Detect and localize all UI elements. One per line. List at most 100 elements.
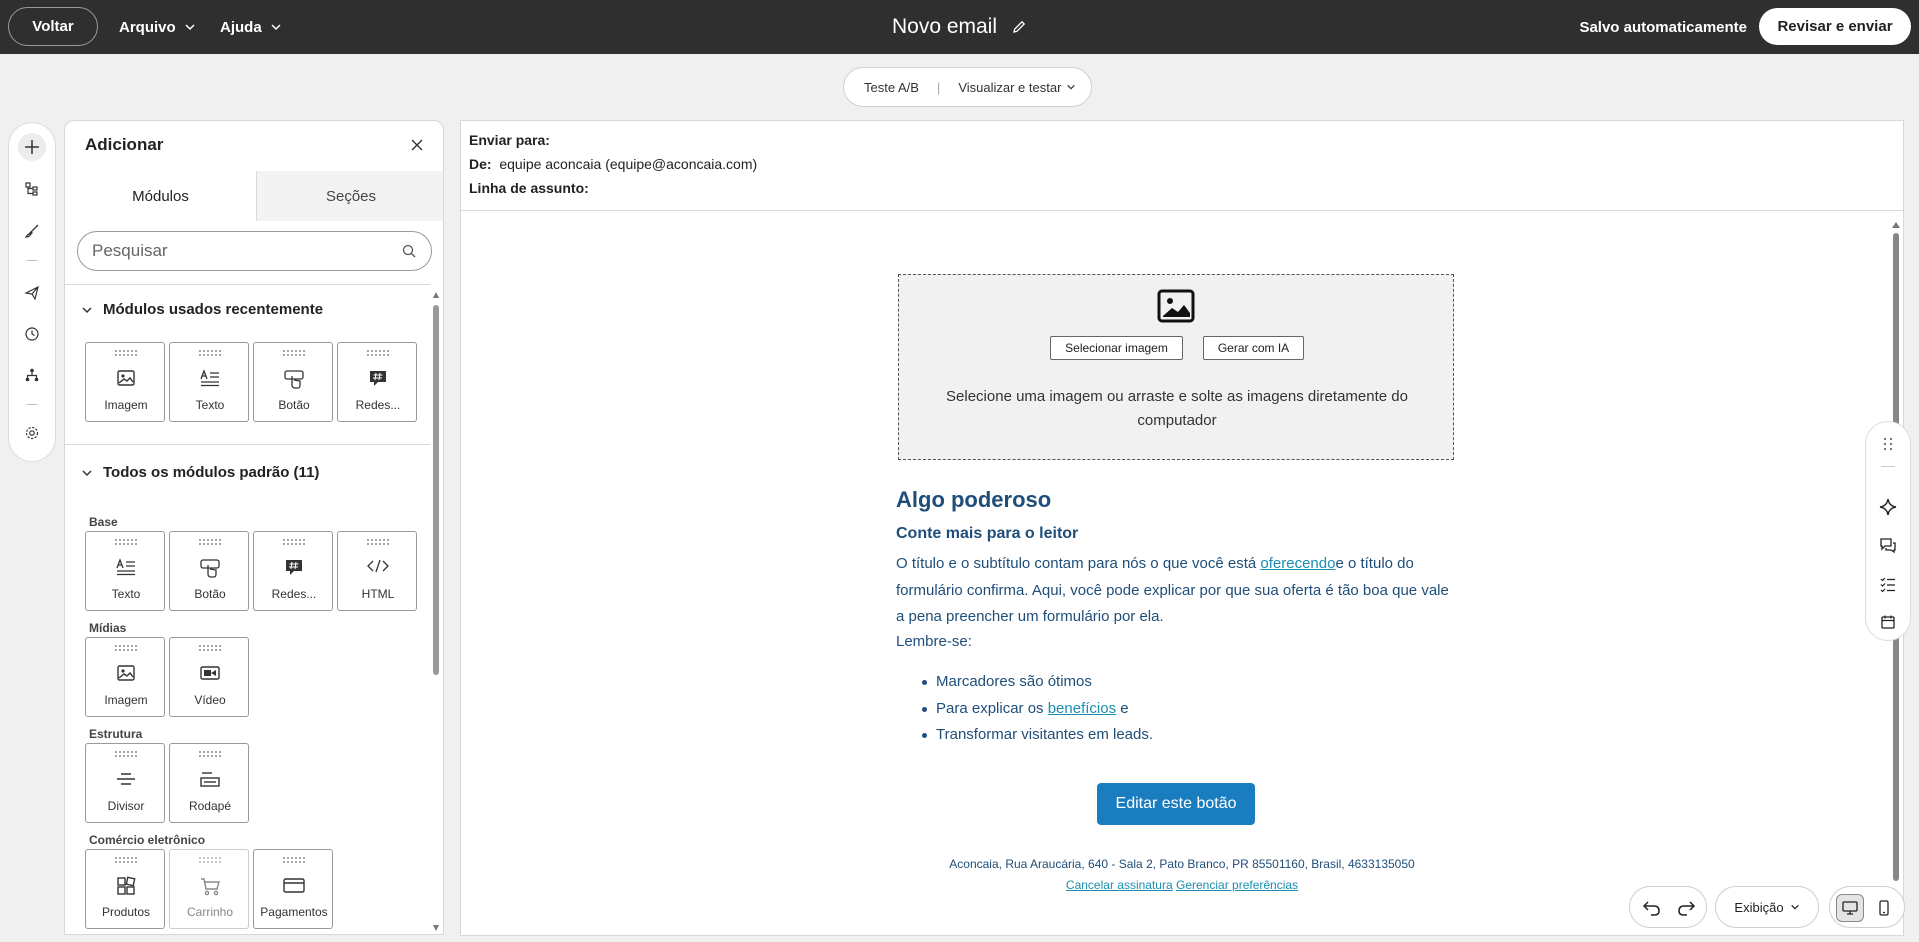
- sparkle-ai-icon[interactable]: [1878, 497, 1898, 517]
- calendar-icon[interactable]: [1878, 612, 1898, 632]
- drag-handle-icon[interactable]: [366, 538, 390, 546]
- module-video[interactable]: Vídeo: [169, 637, 249, 717]
- offering-link[interactable]: oferecendo: [1260, 555, 1335, 572]
- search-input[interactable]: Pesquisar: [77, 231, 432, 271]
- tree-icon[interactable]: [18, 175, 46, 203]
- module-footer[interactable]: Rodapé: [169, 743, 249, 823]
- workflow-icon[interactable]: [18, 361, 46, 389]
- module-html[interactable]: HTML: [337, 531, 417, 611]
- list-item-text: e: [1116, 700, 1129, 717]
- drag-handle-icon[interactable]: [366, 349, 390, 357]
- drag-handle-icon[interactable]: [114, 644, 138, 652]
- image-dropzone[interactable]: Selecionar imagem Gerar com IA Selecione…: [898, 274, 1454, 460]
- divider: [65, 444, 430, 445]
- help-menu[interactable]: Ajuda: [220, 0, 282, 54]
- brush-icon[interactable]: [18, 217, 46, 245]
- close-icon[interactable]: [409, 137, 425, 153]
- ab-test-button[interactable]: Teste A/B: [864, 80, 919, 95]
- list-item[interactable]: Para explicar os benefícios e: [922, 700, 1129, 717]
- email-heading[interactable]: Algo poderoso: [896, 487, 1051, 513]
- from-row[interactable]: De: equipe aconcaia (equipe@aconcaia.com…: [469, 156, 757, 172]
- drag-handle-icon[interactable]: [114, 349, 138, 357]
- gear-icon[interactable]: [18, 419, 46, 447]
- device-toggle: [1829, 886, 1905, 928]
- review-send-button[interactable]: Revisar e enviar: [1759, 8, 1911, 45]
- generate-ai-button[interactable]: Gerar com IA: [1203, 336, 1304, 360]
- search-icon[interactable]: [401, 243, 417, 259]
- email-paragraph[interactable]: O título e o subtítulo contam para nós o…: [896, 551, 1458, 631]
- clock-icon[interactable]: [18, 320, 46, 348]
- drag-handle-icon[interactable]: [282, 349, 306, 357]
- to-row[interactable]: Enviar para:: [469, 132, 550, 148]
- undo-icon[interactable]: [1642, 898, 1662, 918]
- code-icon: [367, 559, 389, 573]
- module-cart[interactable]: Carrinho: [169, 849, 249, 929]
- chevron-down-icon: [185, 24, 195, 31]
- manage-preferences-link[interactable]: Gerenciar preferências: [1176, 878, 1298, 892]
- module-products[interactable]: Produtos: [85, 849, 165, 929]
- benefits-link[interactable]: benefícios: [1048, 700, 1116, 717]
- list-item[interactable]: Marcadores são ótimos: [922, 673, 1092, 690]
- cart-icon: [201, 878, 220, 896]
- module-text[interactable]: Texto: [169, 342, 249, 422]
- email-subheading[interactable]: Conte mais para o leitor: [896, 525, 1078, 543]
- tab-sections[interactable]: Seções: [256, 171, 443, 221]
- panel-scrollbar[interactable]: [432, 289, 440, 934]
- drag-handle-icon[interactable]: [198, 538, 222, 546]
- drag-handle-icon[interactable]: [114, 856, 138, 864]
- module-button[interactable]: Botão: [253, 342, 333, 422]
- module-button[interactable]: Botão: [169, 531, 249, 611]
- email-header: Enviar para: De: equipe aconcaia (equipe…: [461, 121, 1903, 211]
- module-label: Vídeo: [194, 693, 226, 707]
- display-dropdown[interactable]: Exibição: [1715, 886, 1819, 928]
- drag-handle-icon[interactable]: [114, 750, 138, 758]
- drag-handle-icon[interactable]: [1878, 434, 1898, 454]
- redo-icon[interactable]: [1676, 898, 1696, 918]
- text-icon: [200, 369, 219, 387]
- module-label: Redes...: [271, 587, 317, 601]
- drag-handle-icon[interactable]: [198, 349, 222, 357]
- rail-divider: [27, 260, 37, 261]
- divider-icon: [117, 773, 135, 785]
- module-payments[interactable]: Pagamentos: [253, 849, 333, 929]
- module-divider[interactable]: Divisor: [85, 743, 165, 823]
- chevron-down-icon: [82, 306, 92, 313]
- select-image-button[interactable]: Selecionar imagem: [1050, 336, 1183, 360]
- back-button[interactable]: Voltar: [8, 7, 98, 46]
- module-label: Texto: [111, 587, 141, 601]
- checklist-icon[interactable]: [1878, 574, 1898, 594]
- module-text[interactable]: Texto: [85, 531, 165, 611]
- drag-handle-icon[interactable]: [282, 856, 306, 864]
- drag-handle-icon[interactable]: [198, 644, 222, 652]
- module-social[interactable]: Redes...: [253, 531, 333, 611]
- cta-button[interactable]: Editar este botão: [1097, 783, 1255, 825]
- drag-handle-icon[interactable]: [114, 538, 138, 546]
- panel-tabs: Módulos Seções: [65, 171, 443, 221]
- search-placeholder: Pesquisar: [92, 241, 168, 260]
- module-social[interactable]: Redes...: [337, 342, 417, 422]
- pencil-icon[interactable]: [1011, 19, 1027, 35]
- document-title[interactable]: Novo email: [892, 15, 997, 39]
- tab-modules[interactable]: Módulos: [65, 171, 256, 221]
- module-image[interactable]: Imagem: [85, 637, 165, 717]
- preview-test-button[interactable]: Visualizar e testar: [958, 80, 1076, 95]
- module-image[interactable]: Imagem: [85, 342, 165, 422]
- plus-icon[interactable]: [18, 133, 46, 161]
- mobile-icon[interactable]: [1870, 894, 1898, 922]
- drag-handle-icon[interactable]: [198, 750, 222, 758]
- drag-handle-icon[interactable]: [282, 538, 306, 546]
- drag-handle-icon[interactable]: [198, 856, 222, 864]
- subject-row[interactable]: Linha de assunto:: [469, 180, 589, 196]
- button-click-icon: [200, 559, 220, 578]
- recent-modules-header[interactable]: Módulos usados recentemente: [81, 301, 323, 318]
- recent-modules-title: Módulos usados recentemente: [103, 301, 324, 318]
- from-value: equipe aconcaia (equipe@aconcaia.com): [499, 156, 758, 172]
- send-icon[interactable]: [18, 279, 46, 307]
- file-menu[interactable]: Arquivo: [119, 0, 196, 54]
- unsubscribe-link[interactable]: Cancelar assinatura: [1066, 878, 1173, 892]
- list-item[interactable]: Transformar visitantes em leads.: [921, 726, 1153, 743]
- remember-label[interactable]: Lembre-se:: [896, 633, 972, 650]
- comments-icon[interactable]: [1878, 536, 1898, 556]
- desktop-icon[interactable]: [1836, 894, 1864, 922]
- all-modules-header[interactable]: Todos os módulos padrão (11): [81, 464, 319, 481]
